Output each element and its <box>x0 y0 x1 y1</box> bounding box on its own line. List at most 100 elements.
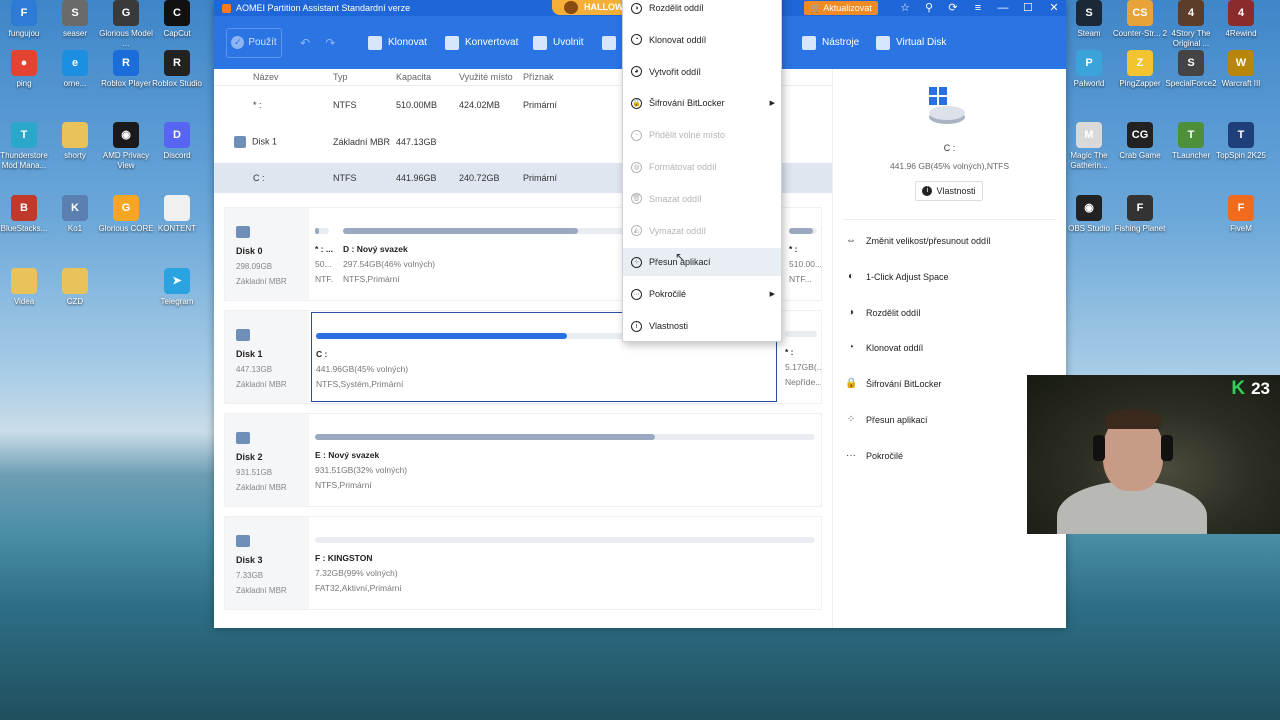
virtual-disk-icon <box>876 35 890 50</box>
desktop-icon[interactable]: 4 4Rewind <box>1210 0 1272 39</box>
disk-card[interactable]: Disk 2 931.51GB Základní MBR E : Nový svaze… <box>224 413 822 507</box>
action-label: Přesun aplikací <box>866 415 928 425</box>
headphone-left <box>1093 435 1105 461</box>
partition-block[interactable]: F : KINGSTON 7.32GB(99% volných) FAT32,Akt… <box>311 517 821 609</box>
clone-button[interactable]: Klonovat <box>368 16 427 69</box>
menu-item-icon: ◔ <box>631 34 642 46</box>
panel-action[interactable]: 🔒 Šifrování BitLocker <box>845 378 942 390</box>
partition-block[interactable]: * : 510.00... NTF... <box>785 208 823 300</box>
maximize-button[interactable]: ☐ <box>1017 0 1039 16</box>
desktop-icon[interactable]: ➤ Telegram <box>146 268 208 307</box>
panel-action[interactable]: ◑ Rozdělit oddíl <box>845 307 921 319</box>
partial-tool-button[interactable] <box>602 16 616 69</box>
desktop-app-icon: C <box>164 0 190 26</box>
properties-button[interactable]: i Vlastnosti <box>915 181 983 201</box>
partition-block[interactable]: * : 5.17GB(... Nepříde... <box>781 311 823 403</box>
context-menu-item[interactable]: 🔒 Šifrování BitLocker ▶ <box>623 89 781 117</box>
panel-action[interactable]: ◐ 1-Click Adjust Space <box>845 271 949 283</box>
halloween-promo-button[interactable]: HALLOW <box>552 0 630 15</box>
context-menu-item: 🗑 Smazat oddíl <box>623 185 781 213</box>
usage-fill <box>343 228 579 234</box>
context-menu-item[interactable]: ◔ Klonovat oddíl <box>623 26 781 54</box>
upgrade-button[interactable]: 🛒 Aktualizovat <box>804 1 878 15</box>
cell-capacity: 447.13GB <box>396 136 437 147</box>
desktop-icon[interactable]: R Roblox Studio <box>146 50 208 89</box>
cell-capacity: 441.96GB <box>396 173 437 183</box>
convert-button[interactable]: Konvertovat <box>445 16 518 69</box>
disk-type: Základní MBR <box>236 380 287 389</box>
minimize-button[interactable]: — <box>992 0 1014 16</box>
partition-block[interactable]: E : Nový svazek 931.51GB(32% volných) NTFS… <box>311 414 821 506</box>
context-menu-item[interactable]: ··· Pokročilé ▶ <box>623 280 781 308</box>
action-icon: ⇔ <box>846 235 856 246</box>
desktop-app-icon: B <box>11 195 37 221</box>
disk-icon <box>236 535 250 547</box>
usage-fill <box>789 228 813 234</box>
menu-item-label: Přidělit volné místo <box>649 130 726 141</box>
panel-action[interactable]: ⁘ Přesun aplikací <box>845 414 928 426</box>
usage-fill <box>315 434 655 440</box>
action-label: Rozdělit oddíl <box>866 307 921 318</box>
panel-action[interactable]: ◔ Klonovat oddíl <box>845 342 923 354</box>
disk-info[interactable]: Disk 2 931.51GB Základní MBR <box>225 414 309 506</box>
context-menu: ◑ Rozdělit oddíl ◔ Klonovat oddíl ◕ Vytvořit … <box>622 0 782 342</box>
disk-size: 447.13GB <box>236 365 273 374</box>
partition-fs: NTF... <box>789 274 812 284</box>
partition-detail: 441.96GB(45% volných) <box>316 364 409 374</box>
desktop-icon[interactable]: D Discord <box>146 122 208 161</box>
details-panel: C : 441.96 GB(45% volných),NTFS i Vlastn… <box>832 69 1066 628</box>
column-header-name[interactable]: Název <box>214 72 333 82</box>
desktop-icon[interactable]: F Fishing Planet <box>1109 195 1171 234</box>
action-icon: ◐ <box>847 270 855 282</box>
column-header-type[interactable]: Typ <box>333 72 396 82</box>
free-button[interactable]: Uvolnit <box>533 16 584 69</box>
desktop-icon[interactable]: W Warcraft III <box>1210 50 1272 89</box>
desktop-icon[interactable]: F FiveM <box>1210 195 1272 234</box>
kick-badge: K 23 <box>1231 378 1270 400</box>
disk-name: Disk 1 <box>236 349 263 359</box>
tools-button[interactable]: Nástroje <box>802 16 859 69</box>
undo-redo-buttons[interactable]: ↶ ↷ <box>300 36 341 50</box>
context-menu-item[interactable]: i Vlastnosti <box>623 312 781 340</box>
properties-label: Vlastnosti <box>936 186 976 196</box>
partition-block[interactable]: * : ... 50... NTF... <box>311 208 335 300</box>
star-icon[interactable]: ☆ <box>894 0 916 16</box>
context-menu-item[interactable]: ◑ Rozdělit oddíl <box>623 0 781 22</box>
panel-action[interactable]: ··· Pokročilé <box>845 450 903 462</box>
cell-flag: Primární <box>523 99 558 110</box>
disk-size: 298.09GB <box>236 262 273 271</box>
desktop-icon-label: Fishing Planet <box>1114 224 1166 233</box>
tools-icon <box>802 35 816 50</box>
desktop-icon[interactable]: KONTENT <box>146 195 208 234</box>
desktop-icon[interactable]: CZD <box>44 268 106 307</box>
partition-fs: Nepříde... <box>785 377 821 387</box>
disk-info[interactable]: Disk 1 447.13GB Základní MBR <box>225 311 309 403</box>
selected-partition-size: 441.96 GB(45% volných),NTFS <box>889 161 1010 171</box>
disk-card[interactable]: Disk 3 7.33GB Základní MBR F : KINGSTON 7.32… <box>224 516 822 610</box>
column-header-flag[interactable]: Příznak <box>523 72 623 82</box>
menu-icon[interactable]: ≡ <box>967 0 989 16</box>
action-label: Šifrování BitLocker <box>866 379 942 390</box>
context-menu-item[interactable]: ⁘ Přesun aplikací <box>623 248 781 277</box>
action-icon: ◔ <box>847 342 855 354</box>
column-header-used[interactable]: Využité místo <box>459 72 523 82</box>
cell-name-text: Disk 1 <box>252 135 278 146</box>
desktop-app-icon: T <box>11 122 37 148</box>
desktop-icon[interactable]: T TopSpin 2K25 <box>1210 122 1272 161</box>
apply-button[interactable]: ✓ Použít <box>226 27 282 58</box>
panel-action[interactable]: ⇔ Změnit velikost/přesunout oddíl <box>845 235 991 247</box>
menu-item-icon: ◭ <box>631 225 642 237</box>
context-menu-item[interactable]: ◕ Vytvořit oddíl <box>623 58 781 86</box>
column-header-capacity[interactable]: Kapacita <box>396 72 459 82</box>
partition-name: * : ... <box>315 244 333 254</box>
desktop-icon[interactable]: C CapCut <box>146 0 208 39</box>
disk-info[interactable]: Disk 3 7.33GB Základní MBR <box>225 517 309 609</box>
apply-label: Použít <box>248 37 277 48</box>
action-icon: 🔒 <box>845 378 858 390</box>
menu-item-icon: ◍ <box>631 161 642 173</box>
refresh-icon[interactable]: ⟳ <box>942 0 964 16</box>
virtual-disk-button[interactable]: Virtual Disk <box>876 16 946 69</box>
link-icon[interactable]: ⚲ <box>918 0 940 16</box>
disk-info[interactable]: Disk 0 298.09GB Základní MBR <box>225 208 309 300</box>
close-button[interactable]: ✕ <box>1043 0 1065 16</box>
